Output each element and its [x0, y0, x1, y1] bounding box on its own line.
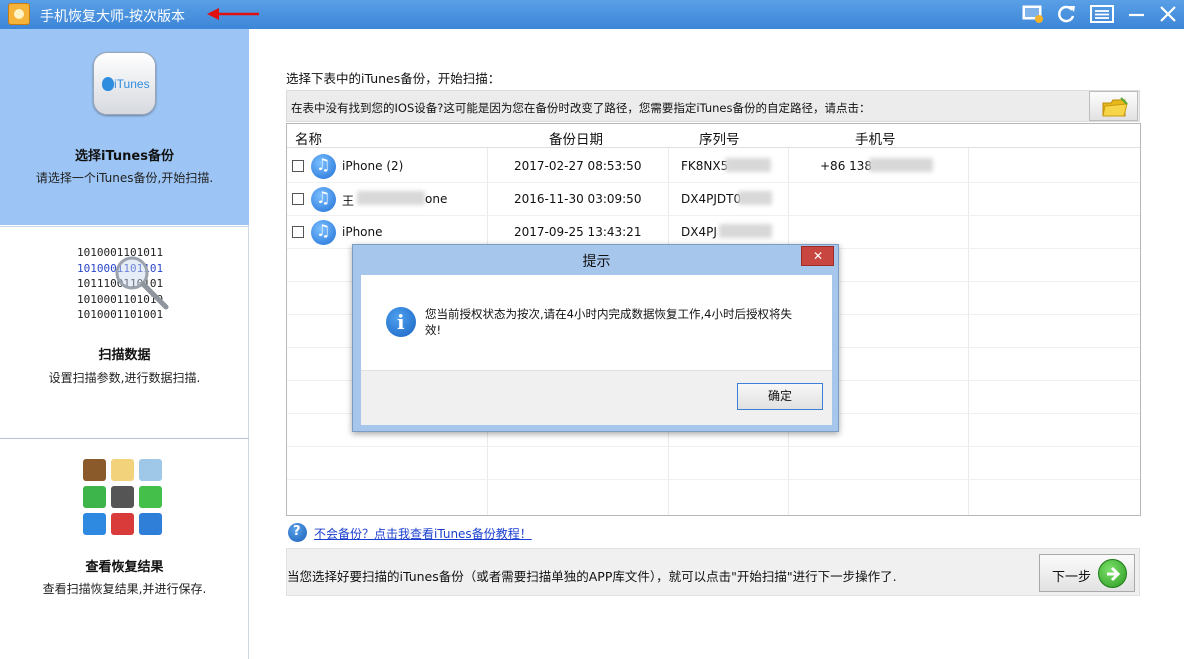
magnifier-icon [115, 256, 169, 310]
path-hint-text: 在表中没有找到您的IOS设备?这可能是因为您在备份时改变了路径，您需要指定iTu… [291, 101, 871, 115]
header-date[interactable]: 备份日期 [549, 128, 603, 148]
window-title: 手机恢复大师-按次版本 [40, 9, 186, 25]
bottom-hint-text: 当您选择好要扫描的iTunes备份（或者需要扫描单独的APP库文件），就可以点击… [287, 569, 897, 584]
itunes-logo-text: iTunes [114, 77, 150, 91]
header-phone[interactable]: 手机号 [855, 128, 896, 148]
wechat-icon [139, 486, 162, 508]
contacts-icon [83, 459, 106, 481]
cell-phone: +86 138 [820, 159, 873, 173]
redacted-serial [738, 191, 772, 205]
apple-logo-icon [102, 77, 114, 91]
itunes-note-icon [311, 187, 336, 212]
refresh-button[interactable] [1052, 2, 1082, 27]
folder-icon [1102, 97, 1128, 117]
table-row[interactable]: iPhone (2) 2017-02-27 08:53:50 FK8NX5 +8… [287, 149, 1140, 182]
cell-name: iPhone [342, 225, 383, 239]
sidebar-step-select-backup[interactable]: iTunes 选择iTunes备份 请选择一个iTunes备份,开始扫描. [0, 29, 249, 225]
screen-button[interactable] [1018, 2, 1048, 27]
dialog-body: 您当前授权状态为按次,请在4小时内完成数据恢复工作,4小时后授权将失效! 确定 [361, 275, 832, 425]
cell-date: 2017-09-25 13:43:21 [514, 225, 642, 239]
red-arrow-annotation-icon [207, 8, 259, 20]
phone-icon [83, 486, 106, 508]
next-step-label: 下一步 [1052, 570, 1092, 585]
choose-folder-button[interactable] [1089, 91, 1138, 121]
step-title: 选择iTunes备份 [75, 149, 174, 164]
bottom-bar: 当您选择好要扫描的iTunes备份（或者需要扫描单独的APP库文件），就可以点击… [286, 548, 1140, 596]
photos-icon [139, 459, 162, 481]
step-desc: 查看扫描恢复结果,并进行保存. [42, 582, 207, 596]
cell-serial: FK8NX5 [681, 159, 729, 173]
header-name[interactable]: 名称 [295, 128, 322, 148]
row-checkbox[interactable] [292, 160, 304, 172]
help-icon[interactable] [288, 523, 307, 542]
cell-date: 2016-11-30 03:09:50 [514, 192, 642, 206]
itunes-note-icon [311, 154, 336, 179]
sidebar-step-scan-data[interactable]: 1010001101011 1010001101101 101110011010… [0, 226, 249, 437]
notes-icon [111, 459, 134, 481]
table-header: 名称 备份日期 序列号 手机号 [287, 124, 1140, 148]
itunes-icon: iTunes [93, 52, 156, 115]
title-bar: 手机恢复大师-按次版本 [0, 0, 1184, 29]
minimize-icon [1129, 13, 1144, 17]
redacted-phone [869, 158, 933, 172]
next-step-button[interactable]: 下一步 [1039, 554, 1135, 592]
app-logo-icon [8, 3, 30, 25]
dialog-message: 您当前授权状态为按次,请在4小时内完成数据恢复工作,4小时后授权将失效! [425, 307, 792, 337]
row-checkbox[interactable] [292, 226, 304, 238]
cell-date: 2017-02-27 08:53:50 [514, 159, 642, 173]
redacted-serial [719, 224, 772, 238]
step-desc: 设置扫描参数,进行数据扫描. [48, 371, 201, 385]
voice-memo-icon [111, 513, 134, 535]
close-button[interactable] [1153, 2, 1183, 27]
row-checkbox[interactable] [292, 193, 304, 205]
refresh-icon [1058, 5, 1075, 23]
custom-path-bar: 在表中没有找到您的IOS设备?这可能是因为您在备份时改变了路径，您需要指定iTu… [286, 90, 1140, 122]
header-serial[interactable]: 序列号 [699, 128, 740, 148]
cell-name-suffix: one [425, 192, 448, 206]
backup-tutorial-link[interactable]: 不会备份？点击我查看iTunes备份教程！ [314, 525, 532, 542]
cell-name-prefix: 王 [342, 194, 355, 208]
close-icon [1160, 6, 1176, 22]
step-desc: 请选择一个iTunes备份,开始扫描. [35, 171, 214, 185]
step-title: 扫描数据 [98, 348, 151, 363]
redacted-serial [725, 158, 771, 172]
screen-icon [1022, 5, 1043, 23]
cell-serial: DX4PJDT0 [681, 192, 742, 206]
notice-dialog: 提示 您当前授权状态为按次,请在4小时内完成数据恢复工作,4小时后授权将失效! … [352, 244, 839, 432]
video-icon [111, 486, 134, 508]
row-divider [287, 446, 1140, 447]
messages-icon [83, 513, 106, 535]
qq-icon [139, 513, 162, 535]
step-title: 查看恢复结果 [85, 560, 164, 575]
info-icon [386, 307, 416, 337]
itunes-note-icon [311, 220, 336, 245]
data-types-icon [83, 459, 167, 537]
instruction-text: 选择下表中的iTunes备份，开始扫描： [286, 71, 501, 86]
minimize-button[interactable] [1122, 2, 1152, 27]
ok-button[interactable]: 确定 [737, 383, 823, 410]
dialog-close-button[interactable] [801, 246, 834, 266]
sidebar: iTunes 选择iTunes备份 请选择一个iTunes备份,开始扫描. 10… [0, 29, 249, 659]
menu-button[interactable] [1086, 2, 1116, 27]
sidebar-step-view-results[interactable]: 查看恢复结果 查看扫描恢复结果,并进行保存. [0, 438, 249, 659]
dialog-title: 提示 [582, 254, 611, 270]
redacted-name [357, 191, 425, 205]
cell-serial: DX4PJ [681, 225, 717, 239]
cell-name: iPhone (2) [342, 159, 404, 173]
table-row[interactable]: 王 one 2016-11-30 03:09:50 DX4PJDT0 [287, 182, 1140, 215]
row-divider [287, 479, 1140, 480]
menu-icon [1090, 5, 1114, 23]
dialog-footer: 确定 [361, 370, 832, 425]
arrow-right-icon [1098, 559, 1127, 588]
